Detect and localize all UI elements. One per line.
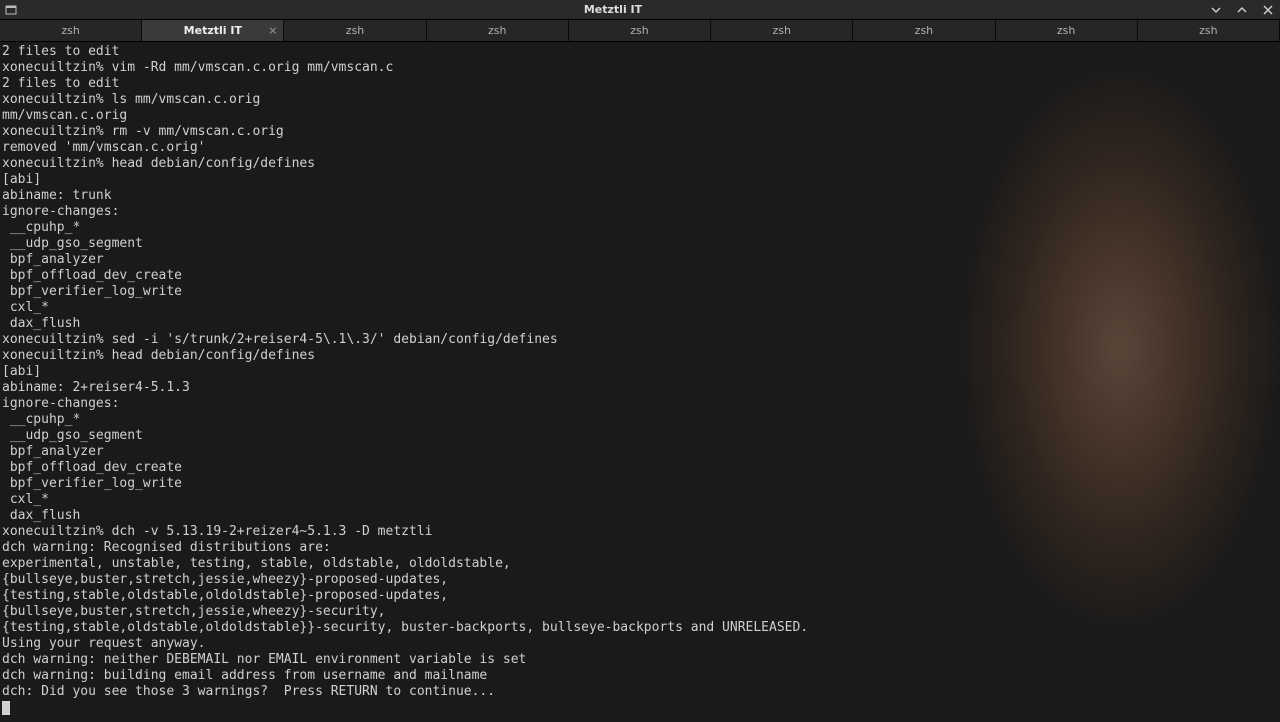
- terminal-line: xonecuiltzin% head debian/config/defines: [2, 348, 1278, 364]
- tab-zsh[interactable]: zsh: [0, 20, 142, 41]
- window-title: Metztli IT: [18, 3, 1208, 16]
- terminal-line: removed 'mm/vmscan.c.orig': [2, 140, 1278, 156]
- terminal-output[interactable]: 2 files to editxonecuiltzin% vim -Rd mm/…: [0, 42, 1280, 718]
- terminal-line: [abi]: [2, 364, 1278, 380]
- tab-zsh[interactable]: zsh: [711, 20, 853, 41]
- terminal-line: [abi]: [2, 172, 1278, 188]
- terminal-line: dax_flush: [2, 316, 1278, 332]
- tab-zsh[interactable]: zsh: [853, 20, 995, 41]
- close-button[interactable]: [1260, 2, 1276, 18]
- terminal-line: ignore-changes:: [2, 396, 1278, 412]
- terminal-line: Using your request anyway.: [2, 636, 1278, 652]
- tab-label: zsh: [630, 24, 648, 37]
- terminal-line: xonecuiltzin% rm -v mm/vmscan.c.orig: [2, 124, 1278, 140]
- tab-label: zsh: [61, 24, 79, 37]
- terminal-line: bpf_verifier_log_write: [2, 284, 1278, 300]
- window-titlebar: Metztli IT: [0, 0, 1280, 20]
- tab-label: zsh: [346, 24, 364, 37]
- terminal-line: xonecuiltzin% ls mm/vmscan.c.orig: [2, 92, 1278, 108]
- terminal-line: experimental, unstable, testing, stable,…: [2, 556, 1278, 572]
- terminal-line: 2 files to edit: [2, 76, 1278, 92]
- terminal-line: {bullseye,buster,stretch,jessie,wheezy}-…: [2, 604, 1278, 620]
- terminal-line: cxl_*: [2, 492, 1278, 508]
- terminal-line: abiname: trunk: [2, 188, 1278, 204]
- terminal-line: bpf_verifier_log_write: [2, 476, 1278, 492]
- terminal-line: xonecuiltzin% head debian/config/defines: [2, 156, 1278, 172]
- terminal-line: {testing,stable,oldstable,oldoldstable}}…: [2, 620, 1278, 636]
- terminal-line: 2 files to edit: [2, 44, 1278, 60]
- minimize-button[interactable]: [1208, 2, 1224, 18]
- terminal-line: dch: Did you see those 3 warnings? Press…: [2, 684, 1278, 700]
- tab-zsh[interactable]: zsh: [427, 20, 569, 41]
- terminal-line: dch warning: neither DEBEMAIL nor EMAIL …: [2, 652, 1278, 668]
- terminal-line: abiname: 2+reiser4-5.1.3: [2, 380, 1278, 396]
- window-controls: [1208, 2, 1276, 18]
- tab-zsh[interactable]: zsh: [284, 20, 426, 41]
- tab-label: zsh: [915, 24, 933, 37]
- terminal-line: __cpuhp_*: [2, 412, 1278, 428]
- terminal-line: xonecuiltzin% vim -Rd mm/vmscan.c.orig m…: [2, 60, 1278, 76]
- terminal-line: bpf_analyzer: [2, 444, 1278, 460]
- terminal-line: {testing,stable,oldstable,oldoldstable}-…: [2, 588, 1278, 604]
- terminal-line: __udp_gso_segment: [2, 428, 1278, 444]
- tab-bar: zsh Metztli IT× zsh zsh zsh zsh zsh zsh …: [0, 20, 1280, 42]
- maximize-button[interactable]: [1234, 2, 1250, 18]
- terminal-line: mm/vmscan.c.orig: [2, 108, 1278, 124]
- tab-label: zsh: [1057, 24, 1075, 37]
- tab-label: zsh: [1199, 24, 1217, 37]
- terminal-line: xonecuiltzin% sed -i 's/trunk/2+reiser4-…: [2, 332, 1278, 348]
- tab-label: Metztli IT: [184, 24, 242, 37]
- terminal-line: bpf_offload_dev_create: [2, 268, 1278, 284]
- cursor: [2, 701, 10, 715]
- terminal-line: dch warning: Recognised distributions ar…: [2, 540, 1278, 556]
- terminal-line: dax_flush: [2, 508, 1278, 524]
- terminal-line: ignore-changes:: [2, 204, 1278, 220]
- close-icon[interactable]: ×: [268, 24, 277, 37]
- tab-label: zsh: [488, 24, 506, 37]
- terminal-line: bpf_analyzer: [2, 252, 1278, 268]
- terminal-line: xonecuiltzin% dch -v 5.13.19-2+reizer4~5…: [2, 524, 1278, 540]
- tab-label: zsh: [772, 24, 790, 37]
- terminal-line: cxl_*: [2, 300, 1278, 316]
- terminal-line: __cpuhp_*: [2, 220, 1278, 236]
- terminal-line: [2, 700, 1278, 716]
- terminal-line: {bullseye,buster,stretch,jessie,wheezy}-…: [2, 572, 1278, 588]
- tab-zsh[interactable]: zsh: [996, 20, 1138, 41]
- terminal-line: dch warning: building email address from…: [2, 668, 1278, 684]
- tab-zsh[interactable]: zsh: [569, 20, 711, 41]
- tab-zsh[interactable]: zsh: [1138, 20, 1280, 41]
- terminal-line: bpf_offload_dev_create: [2, 460, 1278, 476]
- tab-metztli-it[interactable]: Metztli IT ×: [142, 20, 284, 41]
- app-icon: [4, 3, 18, 17]
- terminal-line: __udp_gso_segment: [2, 236, 1278, 252]
